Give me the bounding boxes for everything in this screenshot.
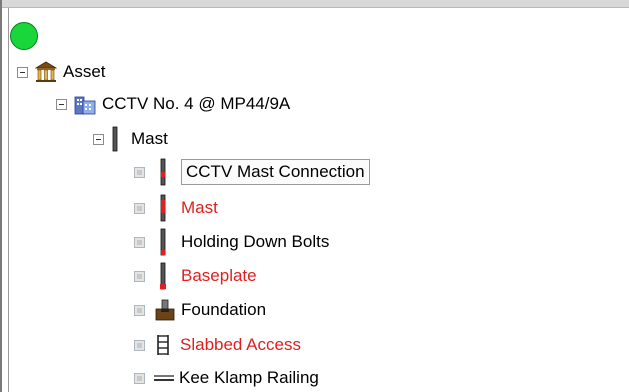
foundation-icon [155, 299, 175, 321]
mast-pole-icon [159, 158, 167, 186]
tree-node-holding-down-bolts[interactable]: Holding Down Bolts [134, 228, 329, 256]
railing-icon [153, 371, 175, 385]
tree-node-label: CCTV No. 4 @ MP44/9A [102, 94, 291, 113]
tree-pane-border [8, 8, 9, 392]
leaf-node-icon [134, 202, 145, 214]
tree-node-label: Foundation [181, 300, 267, 319]
mast-pole-icon [159, 194, 167, 222]
tree-node-mast[interactable]: Mast [134, 194, 218, 222]
leaf-node-icon [134, 236, 145, 248]
leaf-node-icon [134, 270, 145, 282]
mast-pole-icon [159, 228, 167, 256]
mast-pole-icon [111, 126, 119, 152]
tree-node-label: Asset [63, 62, 106, 81]
tree-node-label: Mast [131, 129, 168, 148]
tree-node-mast-group[interactable]: Mast [93, 125, 168, 153]
asset-building-icon [35, 61, 57, 83]
tree-node-baseplate[interactable]: Baseplate [134, 262, 257, 290]
window-left-border [0, 0, 2, 392]
tree-node-kee-klamp-railing[interactable]: Kee Klamp Railing [134, 364, 319, 392]
tree-node-label: Baseplate [181, 266, 257, 285]
mast-pole-icon [159, 262, 167, 290]
tree-node-label: Mast [181, 198, 218, 217]
tree-node-cctv-mast-connection[interactable]: CCTV Mast Connection [134, 158, 370, 186]
collapse-toggle-icon[interactable] [56, 98, 67, 110]
leaf-node-icon [134, 166, 145, 178]
tree-node-label: Holding Down Bolts [181, 232, 330, 251]
tree-node-asset[interactable]: Asset [17, 58, 106, 86]
leaf-node-icon [134, 304, 145, 316]
leaf-node-icon [134, 339, 145, 351]
tree-node-label: Kee Klamp Railing [179, 368, 319, 387]
leaf-node-icon [134, 372, 145, 384]
collapse-toggle-icon[interactable] [93, 133, 104, 145]
status-indicator-icon [10, 22, 38, 50]
tree-node-slabbed-access[interactable]: Slabbed Access [134, 331, 301, 359]
tree-node-site[interactable]: CCTV No. 4 @ MP44/9A [56, 90, 290, 118]
tree-node-label: Slabbed Access [180, 335, 301, 354]
window-top-border [0, 0, 629, 8]
cctv-site-icon [74, 93, 96, 115]
tree-node-label: CCTV Mast Connection [181, 159, 370, 185]
tree-node-foundation[interactable]: Foundation [134, 296, 266, 324]
collapse-toggle-icon[interactable] [17, 66, 28, 78]
ladder-icon [156, 334, 170, 356]
